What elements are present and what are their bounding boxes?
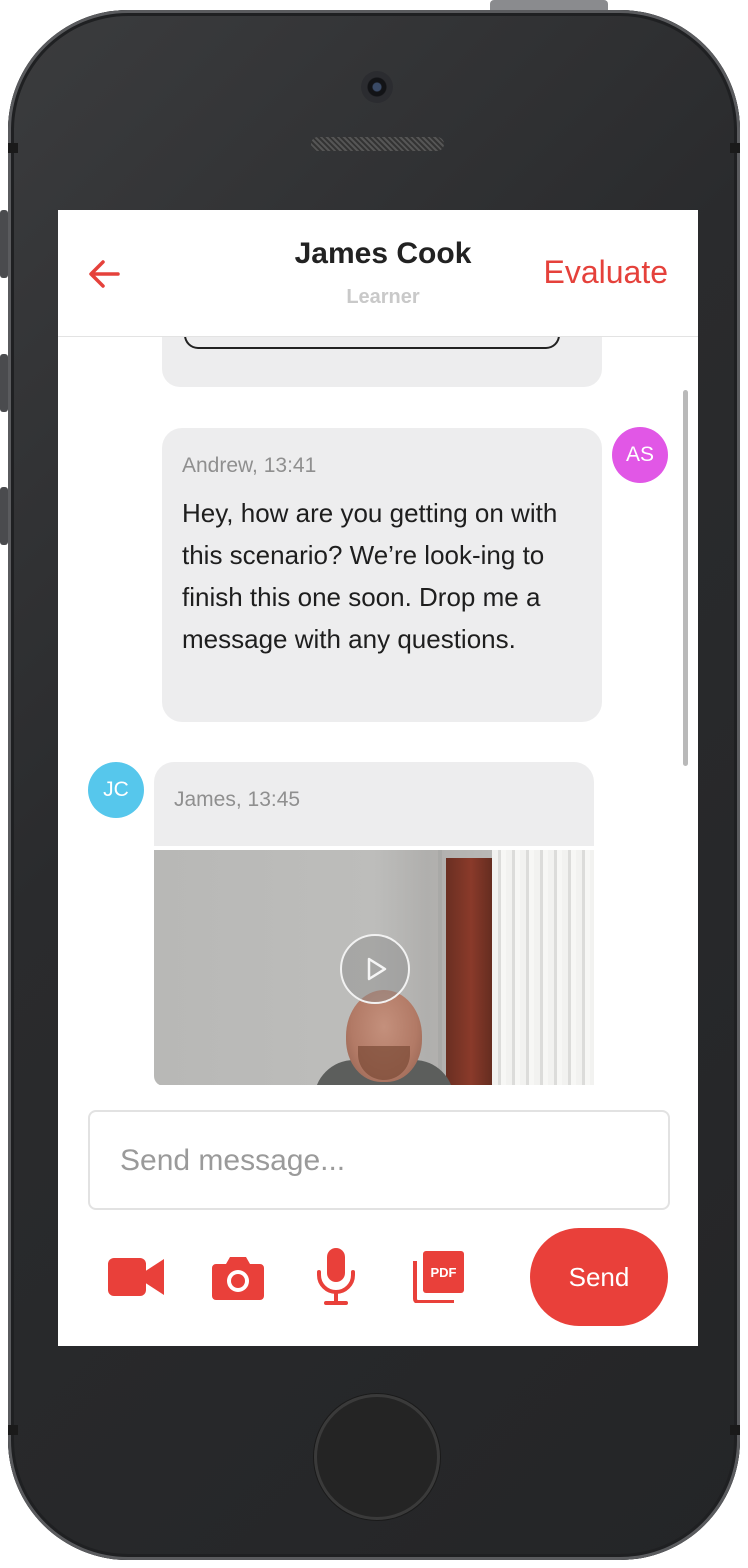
message-meta: James, 13:45 (174, 788, 301, 811)
message-bubble-andrew: Andrew, 13:41 Hey, how are you getting o… (162, 428, 602, 722)
front-camera (361, 71, 393, 103)
earpiece-speaker (311, 137, 444, 151)
pdf-upload-button[interactable]: PDF (412, 1246, 464, 1308)
message-list[interactable]: AS Andrew, 13:41 Hey, how are you gettin… (58, 337, 698, 1085)
antenna-line (730, 143, 740, 153)
avatar: JC (88, 762, 144, 818)
home-button[interactable] (314, 1394, 440, 1520)
photo-button[interactable] (212, 1246, 264, 1308)
camera-icon (212, 1257, 264, 1300)
antenna-line (730, 1425, 740, 1435)
app-screen: James Cook Learner Evaluate AS Andrew, 1… (58, 210, 698, 1346)
message-text: Hey, how are you getting on with this sc… (182, 498, 558, 654)
scrollbar[interactable] (683, 390, 688, 766)
send-button[interactable]: Send (530, 1228, 668, 1326)
previous-message-bubble (162, 337, 602, 387)
video-scene-wall (438, 850, 442, 1085)
play-icon (367, 957, 387, 981)
voice-record-button[interactable] (314, 1246, 358, 1308)
message-bubble-james: James, 13:45 (154, 762, 594, 846)
video-record-button[interactable] (108, 1246, 166, 1308)
play-button[interactable] (340, 934, 410, 1004)
previous-message-attachment (184, 337, 560, 349)
chat-header: James Cook Learner Evaluate (58, 210, 698, 337)
video-scene-curtain (492, 850, 594, 1085)
video-scene-shelf (446, 858, 496, 1085)
mute-switch (0, 210, 8, 278)
message-input[interactable] (118, 1138, 642, 1184)
message-input-box[interactable] (88, 1110, 670, 1210)
message-meta: Andrew, 13:41 (182, 454, 317, 477)
antenna-line (8, 1425, 18, 1435)
video-camera-icon (108, 1258, 164, 1296)
svg-text:PDF: PDF (431, 1265, 457, 1280)
avatar: AS (612, 427, 668, 483)
video-attachment[interactable] (154, 850, 594, 1085)
volume-down-button (0, 487, 8, 545)
power-button (490, 0, 608, 10)
evaluate-button[interactable]: Evaluate (543, 254, 668, 291)
pdf-icon: PDF (413, 1251, 464, 1303)
volume-up-button (0, 354, 8, 412)
microphone-icon (317, 1248, 355, 1305)
antenna-line (8, 143, 18, 153)
